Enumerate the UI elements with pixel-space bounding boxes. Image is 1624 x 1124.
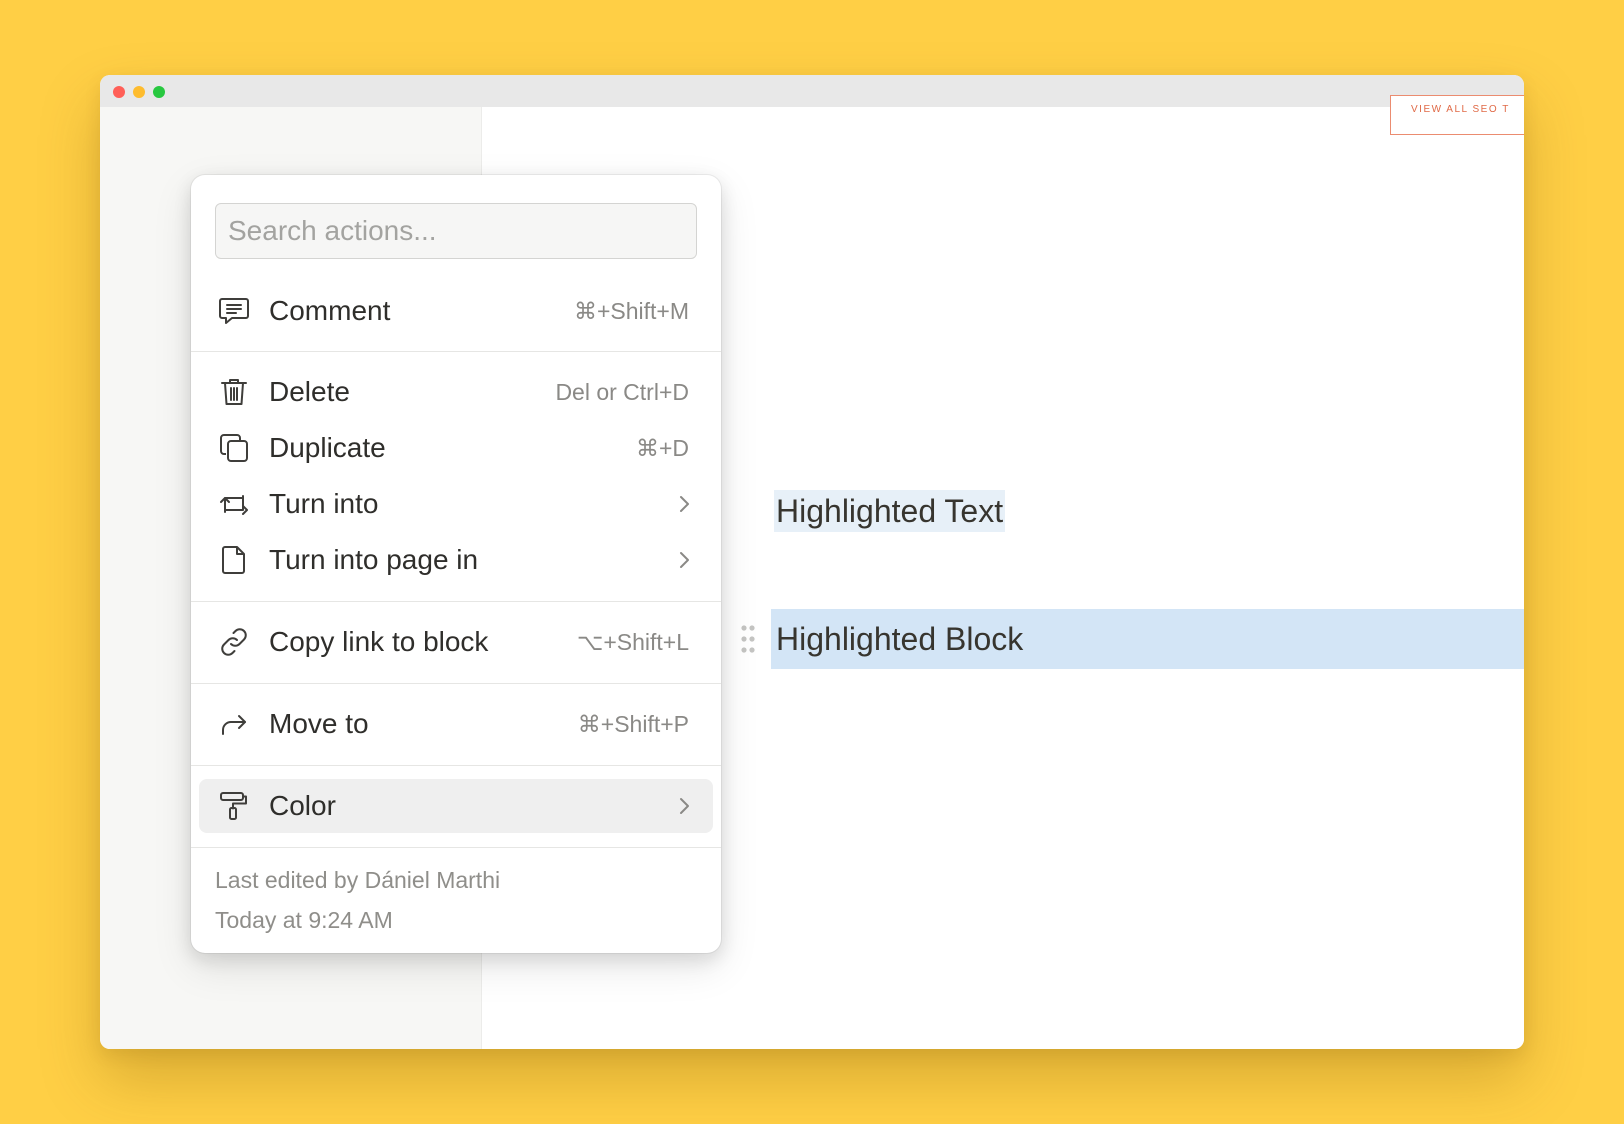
paint-roller-icon <box>217 790 251 822</box>
menu-item-label: Turn into <box>269 488 379 519</box>
menu-item-label: Turn into page in <box>269 544 479 575</box>
highlighted-block-label: Highlighted Block <box>776 621 1024 657</box>
menu-item-duplicate[interactable]: Duplicate ⌘+D <box>199 421 713 475</box>
view-all-button[interactable]: VIEW ALL SEO T <box>1390 95 1524 135</box>
shortcut-hint: Del or Ctrl+D <box>555 379 689 405</box>
highlighted-block[interactable]: Highlighted Block <box>771 609 1524 669</box>
menu-item-label: Delete <box>269 376 350 407</box>
highlighted-text[interactable]: Highlighted Text <box>774 490 1006 532</box>
link-icon <box>217 626 251 658</box>
menu-item-label: Move to <box>269 708 369 739</box>
menu-item-delete[interactable]: Delete Del or Ctrl+D <box>199 365 713 419</box>
menu-item-move-to[interactable]: Move to ⌘+Shift+P <box>199 697 713 751</box>
shortcut-hint: ⌘+Shift+M <box>573 298 689 324</box>
menu-item-turn-into[interactable]: Turn into <box>199 477 713 531</box>
drag-handle-icon[interactable] <box>740 624 756 654</box>
divider <box>191 847 721 848</box>
divider <box>191 765 721 766</box>
menu-item-label: Copy link to block <box>269 626 489 657</box>
close-window-button[interactable] <box>113 86 125 98</box>
menu-item-turn-into-page-in[interactable]: Turn into page in <box>199 533 713 587</box>
page-icon <box>217 544 251 576</box>
menu-item-label: Color <box>269 790 336 821</box>
chevron-right-icon <box>677 796 691 816</box>
menu-item-copy-link[interactable]: Copy link to block ⌥+Shift+L <box>199 615 713 669</box>
move-arrow-icon <box>217 708 251 740</box>
zoom-window-button[interactable] <box>153 86 165 98</box>
minimize-window-button[interactable] <box>133 86 145 98</box>
menu-item-label: Comment <box>269 295 391 326</box>
last-edited-time: Today at 9:24 AM <box>215 907 393 933</box>
divider <box>191 683 721 684</box>
shortcut-hint: ⌘+Shift+P <box>577 711 689 737</box>
divider <box>191 601 721 602</box>
block-actions-menu: Comment ⌘+Shift+M Delete Del or Ctrl+D D <box>191 175 721 953</box>
search-actions-input[interactable] <box>215 203 697 259</box>
divider <box>191 351 721 352</box>
menu-item-label: Duplicate <box>269 432 386 463</box>
duplicate-icon <box>217 432 251 464</box>
shortcut-hint: ⌘+D <box>635 435 689 461</box>
menu-item-color[interactable]: Color <box>199 779 713 833</box>
title-bar <box>100 75 1524 108</box>
chevron-right-icon <box>677 550 691 570</box>
last-edited-by: Last edited by Dániel Marthi <box>215 867 501 893</box>
turn-into-icon <box>217 488 251 520</box>
shortcut-hint: ⌥+Shift+L <box>576 629 689 655</box>
comment-icon <box>217 295 251 327</box>
chevron-right-icon <box>677 494 691 514</box>
trash-icon <box>217 376 251 408</box>
menu-item-comment[interactable]: Comment ⌘+Shift+M <box>199 284 713 338</box>
